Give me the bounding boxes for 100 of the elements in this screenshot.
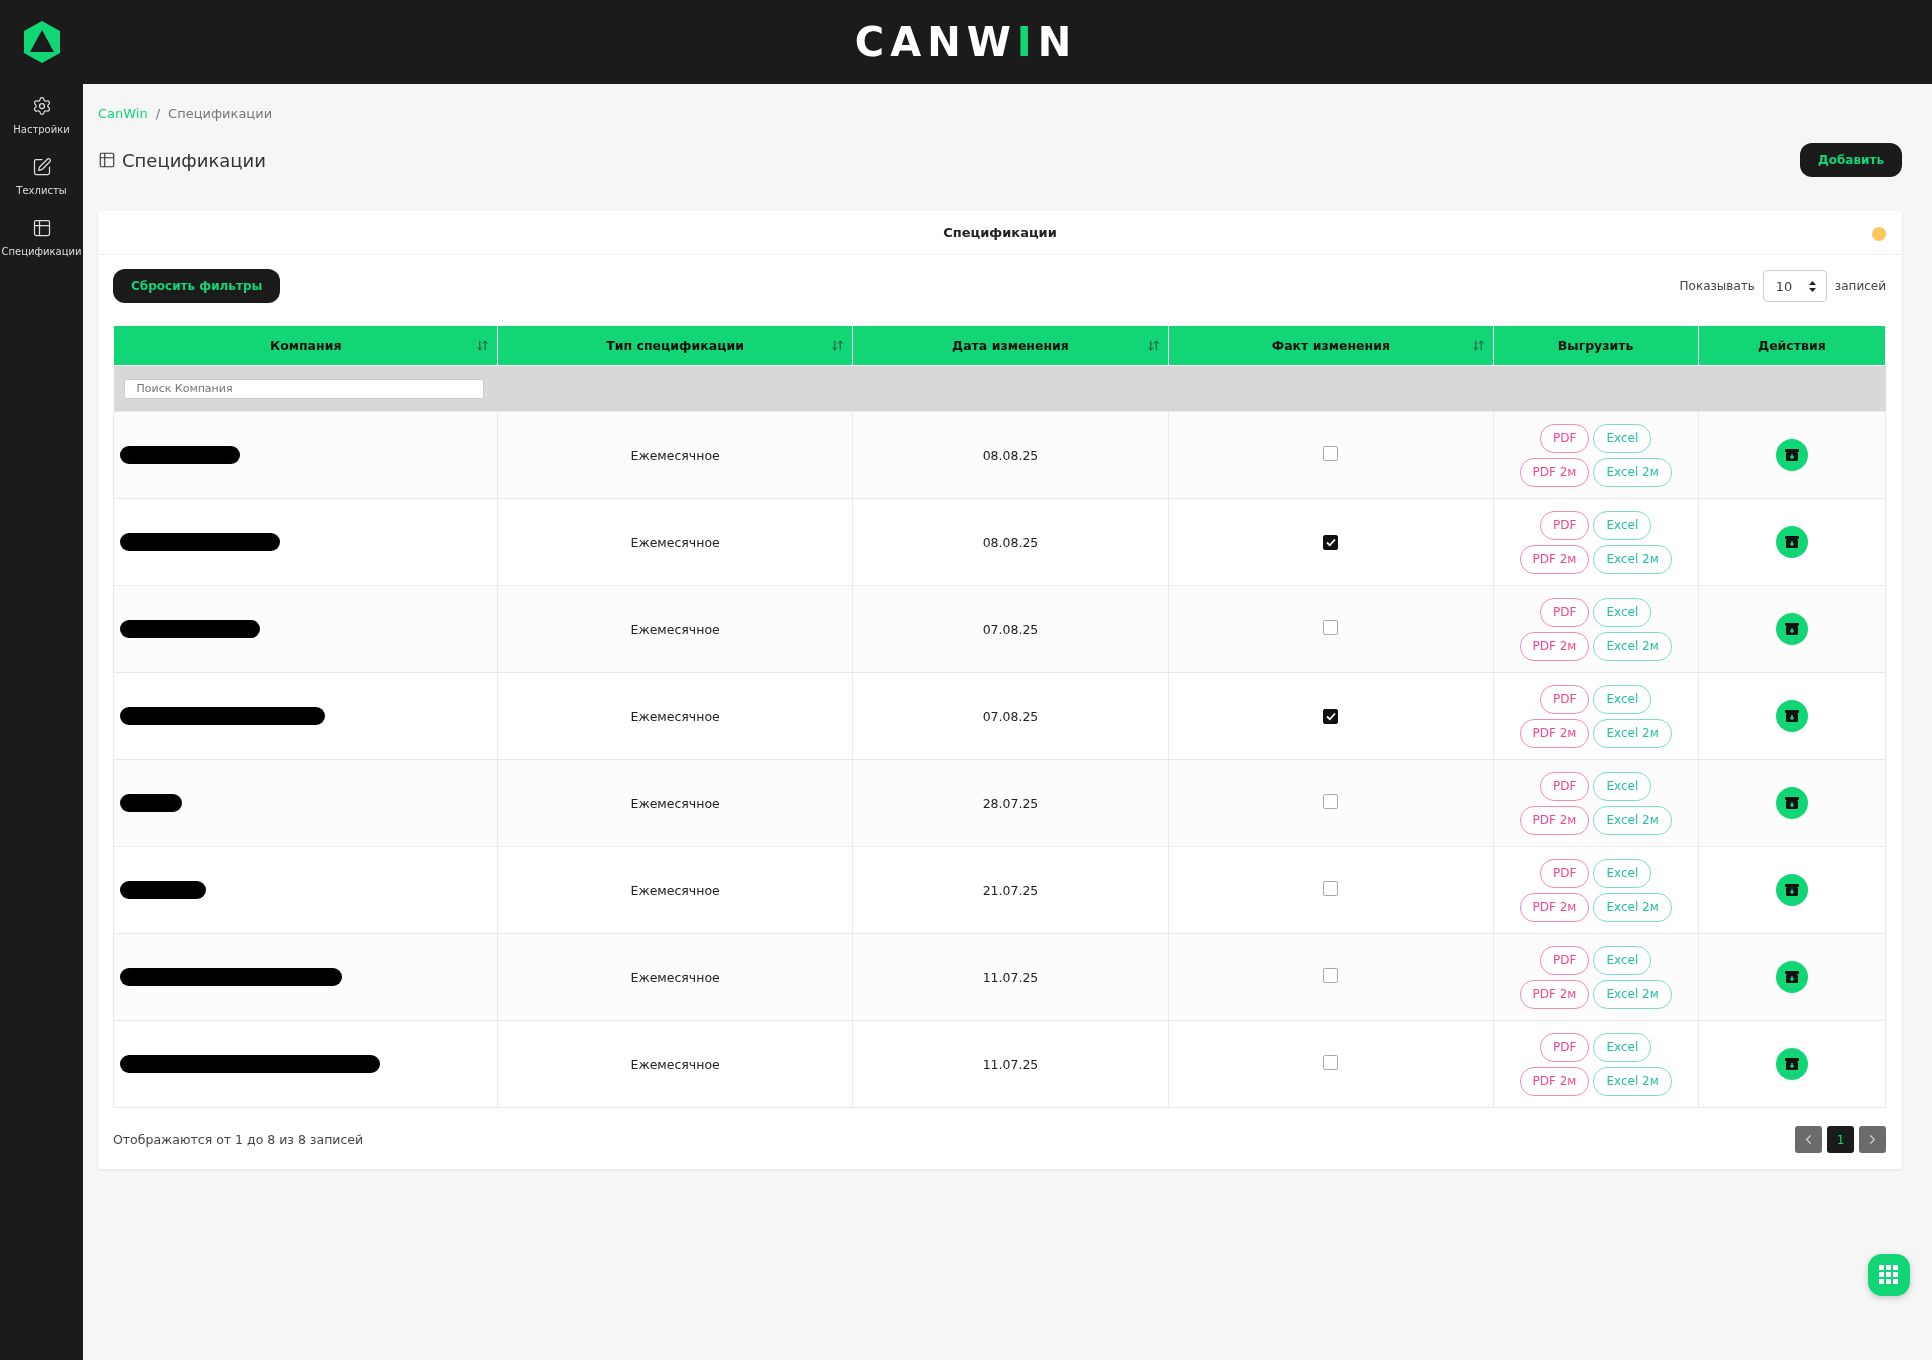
checkbox[interactable] bbox=[1323, 881, 1339, 896]
card-title: Спецификации bbox=[943, 225, 1057, 240]
column-header[interactable]: Тип спецификации bbox=[497, 325, 853, 366]
checkbox[interactable] bbox=[1323, 794, 1339, 809]
excel-export-button[interactable]: Excel bbox=[1593, 858, 1652, 888]
table-cell: Ежемесячное bbox=[630, 447, 720, 463]
excel-export-button[interactable]: Excel bbox=[1593, 945, 1652, 975]
pdf-export-button[interactable]: PDF 2м bbox=[1519, 805, 1590, 835]
sidebar-item[interactable]: Спецификации bbox=[0, 218, 83, 257]
excel-export-button[interactable]: Excel 2м bbox=[1593, 544, 1672, 574]
add-button[interactable]: Добавить bbox=[1800, 143, 1902, 177]
excel-export-button[interactable]: Excel 2м bbox=[1593, 457, 1672, 487]
sidebar-item[interactable]: Настройки bbox=[0, 96, 83, 135]
table-cell: 07.08.25 bbox=[982, 621, 1039, 637]
excel-export-button[interactable]: Excel 2м bbox=[1593, 979, 1672, 1009]
column-header[interactable]: Компания bbox=[113, 325, 498, 366]
excel-export-button[interactable]: Excel bbox=[1593, 684, 1652, 714]
excel-export-button[interactable]: Excel 2м bbox=[1593, 718, 1672, 748]
breadcrumb-current: Спецификации bbox=[168, 106, 273, 121]
sort-icon[interactable] bbox=[476, 339, 490, 352]
table-cell: Ежемесячное bbox=[630, 969, 720, 985]
grid-icon bbox=[1879, 1265, 1899, 1285]
sort-icon[interactable] bbox=[1471, 339, 1485, 352]
column-header[interactable]: Дата изменения bbox=[852, 325, 1169, 366]
excel-export-button[interactable]: Excel 2м bbox=[1593, 631, 1672, 661]
sort-icon[interactable] bbox=[1147, 339, 1161, 352]
archive-button[interactable] bbox=[1775, 439, 1808, 471]
archive-download-icon bbox=[1783, 708, 1800, 724]
table-cell: Ежемесячное bbox=[630, 795, 720, 811]
page-title: Спецификации bbox=[122, 149, 266, 171]
table-cell: Ежемесячное bbox=[630, 1056, 720, 1072]
table-icon bbox=[98, 151, 116, 169]
archive-download-icon bbox=[1783, 621, 1800, 637]
pdf-export-button[interactable]: PDF bbox=[1540, 1032, 1590, 1062]
pdf-export-button[interactable]: PDF 2м bbox=[1519, 457, 1590, 487]
excel-export-button[interactable]: Excel 2м bbox=[1593, 805, 1672, 835]
checkbox[interactable] bbox=[1323, 968, 1339, 983]
pdf-export-button[interactable]: PDF bbox=[1540, 945, 1590, 975]
column-header: Действия bbox=[1698, 325, 1886, 366]
archive-button[interactable] bbox=[1775, 961, 1808, 993]
table-cell: 21.07.25 bbox=[982, 882, 1039, 898]
reset-filters-button[interactable]: Сбросить фильтры bbox=[113, 269, 281, 303]
archive-button[interactable] bbox=[1775, 700, 1808, 732]
archive-button[interactable] bbox=[1775, 787, 1808, 819]
pdf-export-button[interactable]: PDF bbox=[1540, 597, 1590, 627]
archive-button[interactable] bbox=[1775, 874, 1808, 906]
archive-button[interactable] bbox=[1775, 1048, 1808, 1080]
previous-page-button[interactable] bbox=[1795, 1126, 1822, 1153]
table-cell: 11.07.25 bbox=[982, 969, 1039, 985]
table-icon bbox=[31, 218, 52, 238]
pdf-export-button[interactable]: PDF 2м bbox=[1519, 979, 1590, 1009]
excel-export-button[interactable]: Excel bbox=[1593, 597, 1652, 627]
table-cell: 28.07.25 bbox=[982, 795, 1039, 811]
grid-menu-button[interactable] bbox=[1868, 1254, 1910, 1296]
archive-button[interactable] bbox=[1775, 526, 1808, 558]
page-size-label: Показывать bbox=[1679, 279, 1755, 293]
page-size-select[interactable]: 10 bbox=[1762, 270, 1827, 302]
logo-icon bbox=[21, 20, 62, 64]
checkbox[interactable] bbox=[1323, 1055, 1339, 1070]
table-cell: 07.08.25 bbox=[982, 708, 1039, 724]
pdf-export-button[interactable]: PDF 2м bbox=[1519, 1066, 1590, 1096]
table-cell: Ежемесячное bbox=[630, 621, 720, 637]
pdf-export-button[interactable]: PDF 2м bbox=[1519, 718, 1590, 748]
search-field[interactable]: Поиск Компания bbox=[123, 378, 484, 399]
archive-download-icon bbox=[1783, 969, 1800, 985]
sidebar-item[interactable]: Техлисты bbox=[0, 157, 83, 196]
table-cell: Ежемесячное bbox=[630, 882, 720, 898]
checkbox[interactable] bbox=[1323, 708, 1339, 724]
excel-export-button[interactable]: Excel bbox=[1593, 771, 1652, 801]
edit-icon bbox=[31, 157, 52, 177]
table-cell: Ежемесячное bbox=[630, 708, 720, 724]
pdf-export-button[interactable]: PDF 2м bbox=[1519, 631, 1590, 661]
excel-export-button[interactable]: Excel bbox=[1593, 1032, 1652, 1062]
archive-download-icon bbox=[1783, 534, 1800, 550]
pdf-export-button[interactable]: PDF bbox=[1540, 858, 1590, 888]
table-cell: Ежемесячное bbox=[630, 534, 720, 550]
excel-export-button[interactable]: Excel bbox=[1593, 510, 1652, 540]
next-page-button[interactable] bbox=[1859, 1126, 1886, 1153]
table-cell: 11.07.25 bbox=[982, 1056, 1039, 1072]
sort-icon[interactable] bbox=[830, 339, 844, 352]
pdf-export-button[interactable]: PDF 2м bbox=[1519, 892, 1590, 922]
logo: CANW I N bbox=[854, 19, 1078, 65]
checkbox[interactable] bbox=[1323, 620, 1339, 635]
column-header: Выгрузить bbox=[1493, 325, 1699, 366]
page-button[interactable]: 1 bbox=[1827, 1126, 1854, 1153]
table-cell: 08.08.25 bbox=[982, 447, 1039, 463]
archive-button[interactable] bbox=[1775, 613, 1808, 645]
excel-export-button[interactable]: Excel 2м bbox=[1593, 1066, 1672, 1096]
pdf-export-button[interactable]: PDF bbox=[1540, 684, 1590, 714]
breadcrumb-separator: / bbox=[155, 106, 161, 121]
excel-export-button[interactable]: Excel 2м bbox=[1593, 892, 1672, 922]
pdf-export-button[interactable]: PDF bbox=[1540, 771, 1590, 801]
column-header[interactable]: Факт изменения bbox=[1168, 325, 1493, 366]
checkbox[interactable] bbox=[1323, 446, 1339, 461]
excel-export-button[interactable]: Excel bbox=[1593, 423, 1652, 453]
checkbox[interactable] bbox=[1323, 534, 1339, 550]
pdf-export-button[interactable]: PDF bbox=[1540, 510, 1590, 540]
pdf-export-button[interactable]: PDF bbox=[1540, 423, 1590, 453]
pdf-export-button[interactable]: PDF 2м bbox=[1519, 544, 1590, 574]
table-cell: 08.08.25 bbox=[982, 534, 1039, 550]
